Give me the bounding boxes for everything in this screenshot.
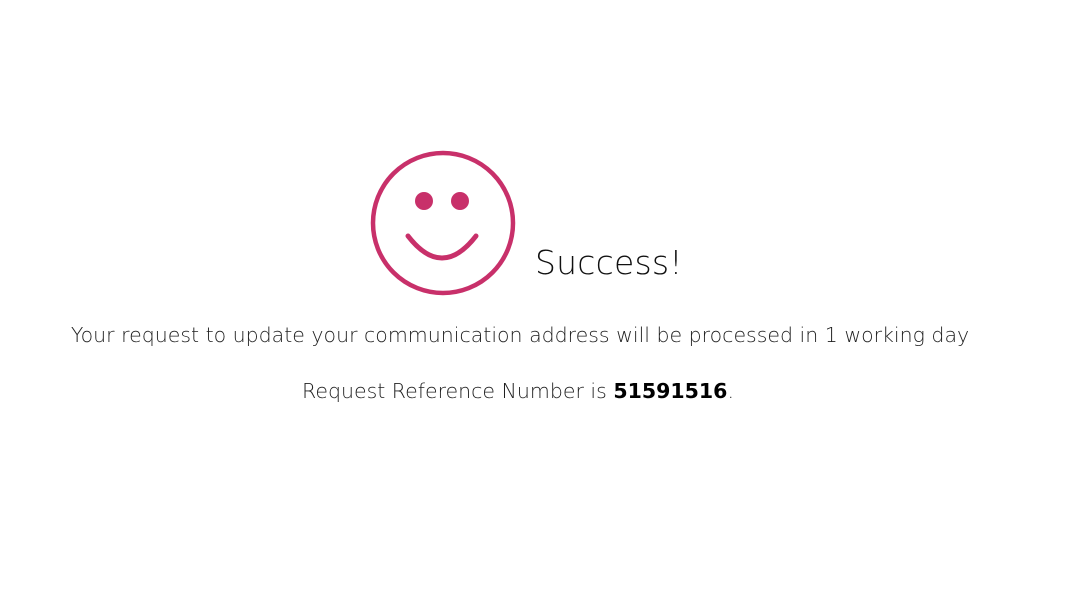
smiley-face-icon xyxy=(370,150,516,296)
reference-number: 51591516 xyxy=(613,379,728,403)
reference-label: Request Reference Number is xyxy=(302,379,614,403)
success-title: Success! xyxy=(535,243,683,282)
reference-line: Request Reference Number is 51591516. xyxy=(0,378,1036,405)
reference-period: . xyxy=(727,379,734,403)
confirmation-message: Your request to update your communicatio… xyxy=(70,323,970,347)
